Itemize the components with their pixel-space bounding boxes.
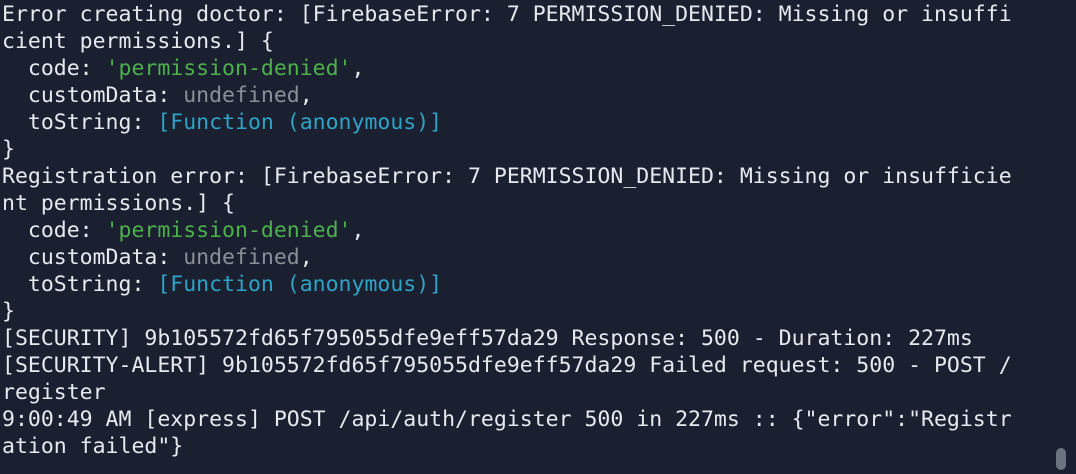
undefined-value: undefined — [183, 83, 300, 108]
log-text: 9:00:49 AM [express] POST /api/auth/regi… — [2, 407, 1012, 432]
scrollbar-track[interactable] — [1056, 0, 1068, 474]
log-text: Error creating doctor: [FirebaseError: 7… — [2, 2, 1012, 27]
log-text: ation failed"} — [2, 434, 184, 459]
terminal-line: [SECURITY-ALERT] 9b105572fd65f795055dfe9… — [2, 352, 1076, 379]
string-value: 'permission-denied' — [105, 218, 352, 243]
log-text: [SECURITY-ALERT] 9b105572fd65f795055dfe9… — [2, 353, 1012, 378]
function-value: [Function (anonymous)] — [157, 272, 443, 297]
terminal-line: nt permissions.] { — [2, 190, 1076, 217]
terminal-line: Registration error: [FirebaseError: 7 PE… — [2, 163, 1076, 190]
terminal-line: Error creating doctor: [FirebaseError: 7… — [2, 1, 1076, 28]
terminal-line: customData: undefined, — [2, 82, 1076, 109]
scrollbar-thumb[interactable] — [1056, 448, 1066, 470]
log-text: , — [351, 56, 365, 81]
log-text: } — [2, 137, 15, 162]
terminal-output[interactable]: Error creating doctor: [FirebaseError: 7… — [0, 0, 1076, 474]
log-text: Registration error: [FirebaseError: 7 PE… — [2, 164, 1012, 189]
log-text: code: — [2, 56, 106, 81]
log-text: code: — [2, 218, 106, 243]
log-text: customData: — [2, 83, 184, 108]
log-text: [SECURITY] 9b105572fd65f795055dfe9eff57d… — [2, 326, 973, 351]
log-text: customData: — [2, 245, 184, 270]
terminal-line: customData: undefined, — [2, 244, 1076, 271]
function-value: [Function (anonymous)] — [157, 110, 443, 135]
terminal-line: [SECURITY] 9b105572fd65f795055dfe9eff57d… — [2, 325, 1076, 352]
log-text: , — [299, 83, 313, 108]
terminal-line: cient permissions.] { — [2, 28, 1076, 55]
log-text: toString: — [2, 272, 158, 297]
terminal-line: } — [2, 298, 1076, 325]
terminal-line: code: 'permission-denied', — [2, 217, 1076, 244]
terminal-line: } — [2, 136, 1076, 163]
log-text: } — [2, 299, 15, 324]
undefined-value: undefined — [183, 245, 300, 270]
terminal-line: code: 'permission-denied', — [2, 55, 1076, 82]
terminal-line: toString: [Function (anonymous)] — [2, 271, 1076, 298]
log-text: , — [351, 218, 365, 243]
terminal-line: toString: [Function (anonymous)] — [2, 109, 1076, 136]
log-text: cient permissions.] { — [2, 29, 274, 54]
terminal-line: ation failed"} — [2, 433, 1076, 460]
terminal-lines: Error creating doctor: [FirebaseError: 7… — [2, 1, 1076, 460]
terminal-line: register — [2, 379, 1076, 406]
terminal-line: 9:00:49 AM [express] POST /api/auth/regi… — [2, 406, 1076, 433]
log-text: toString: — [2, 110, 158, 135]
log-text: register — [2, 380, 106, 405]
log-text: nt permissions.] { — [2, 191, 235, 216]
log-text: , — [299, 245, 313, 270]
string-value: 'permission-denied' — [105, 56, 352, 81]
